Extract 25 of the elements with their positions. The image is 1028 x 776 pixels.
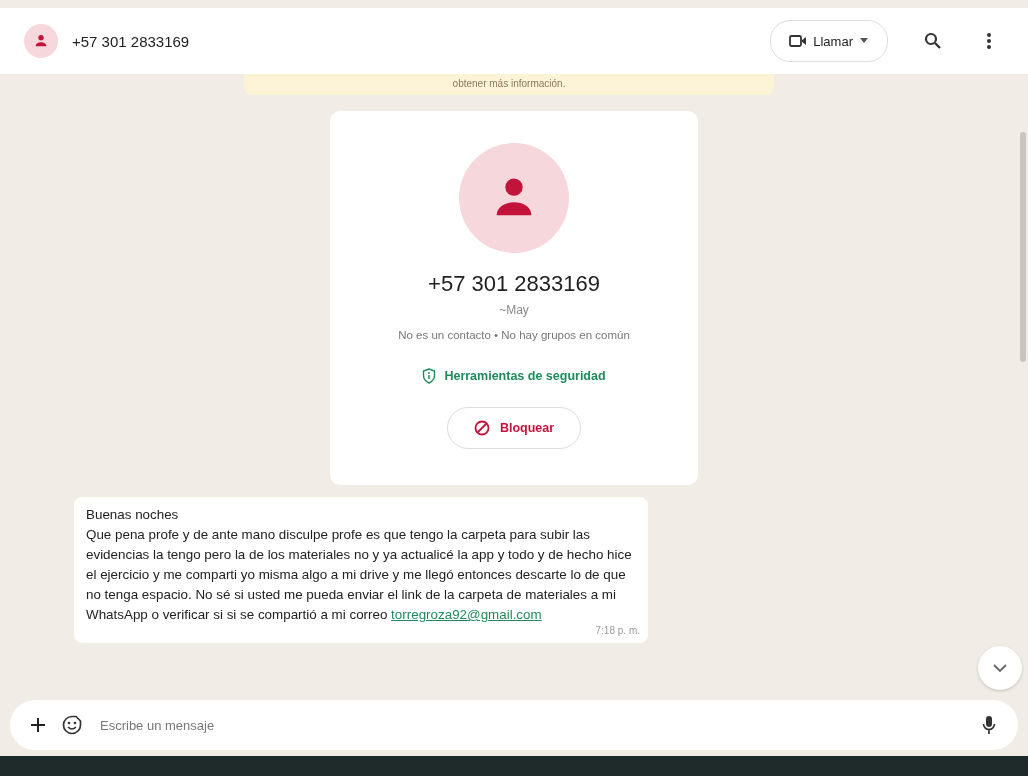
shield-info-icon: [422, 368, 437, 384]
call-button[interactable]: Llamar: [770, 20, 888, 62]
email-link[interactable]: torregroza92@gmail.com: [391, 607, 542, 622]
sticker-icon[interactable]: [62, 715, 82, 735]
block-button[interactable]: Bloquear: [446, 407, 582, 449]
message-composer-bar[interactable]: Escribe un mensaje: [10, 700, 1018, 750]
microphone-icon[interactable]: [982, 715, 996, 735]
security-tools-link[interactable]: Herramientas de seguridad: [416, 367, 612, 385]
chevron-down-icon: [993, 664, 1007, 672]
chat-title: +57 301 2833169: [72, 32, 191, 50]
person-icon: [33, 33, 49, 49]
message-input-field[interactable]: Escribe un mensaje: [98, 716, 966, 734]
message-text: Que pena profe y de ante mano disculpe profe es que tengo la carpeta para subir las evidencias la tengo pero la de los materiales no y ya actualicé la app y todo y de hecho hice el ejercicio y me comparti yo misma algo a mi drive y me llegó entonces descarte lo de que no tenga espacio. No sé si usted me pueda enviar el link de la carpeta de materiales a mi WhatsApp o verificar si si se compartió a mi correo torregroza92@gmail.com: [86, 526, 633, 624]
video-camera-icon: [789, 34, 808, 48]
block-icon: [473, 420, 490, 436]
contact-phone: +57 301 2833169: [428, 271, 600, 297]
encryption-notice: obtener más información.: [244, 74, 774, 95]
scrollbar[interactable]: [1020, 132, 1026, 362]
message-greeting: Buenas noches: [86, 506, 180, 524]
message-time: 7:18 p. m.: [595, 625, 640, 637]
add-icon[interactable]: [30, 717, 46, 733]
contact-avatar[interactable]: [24, 24, 58, 58]
contact-name: ~May: [499, 303, 529, 317]
caret-icon: [859, 38, 869, 44]
contact-info: No es un contacto • No hay grupos en común: [398, 329, 630, 341]
